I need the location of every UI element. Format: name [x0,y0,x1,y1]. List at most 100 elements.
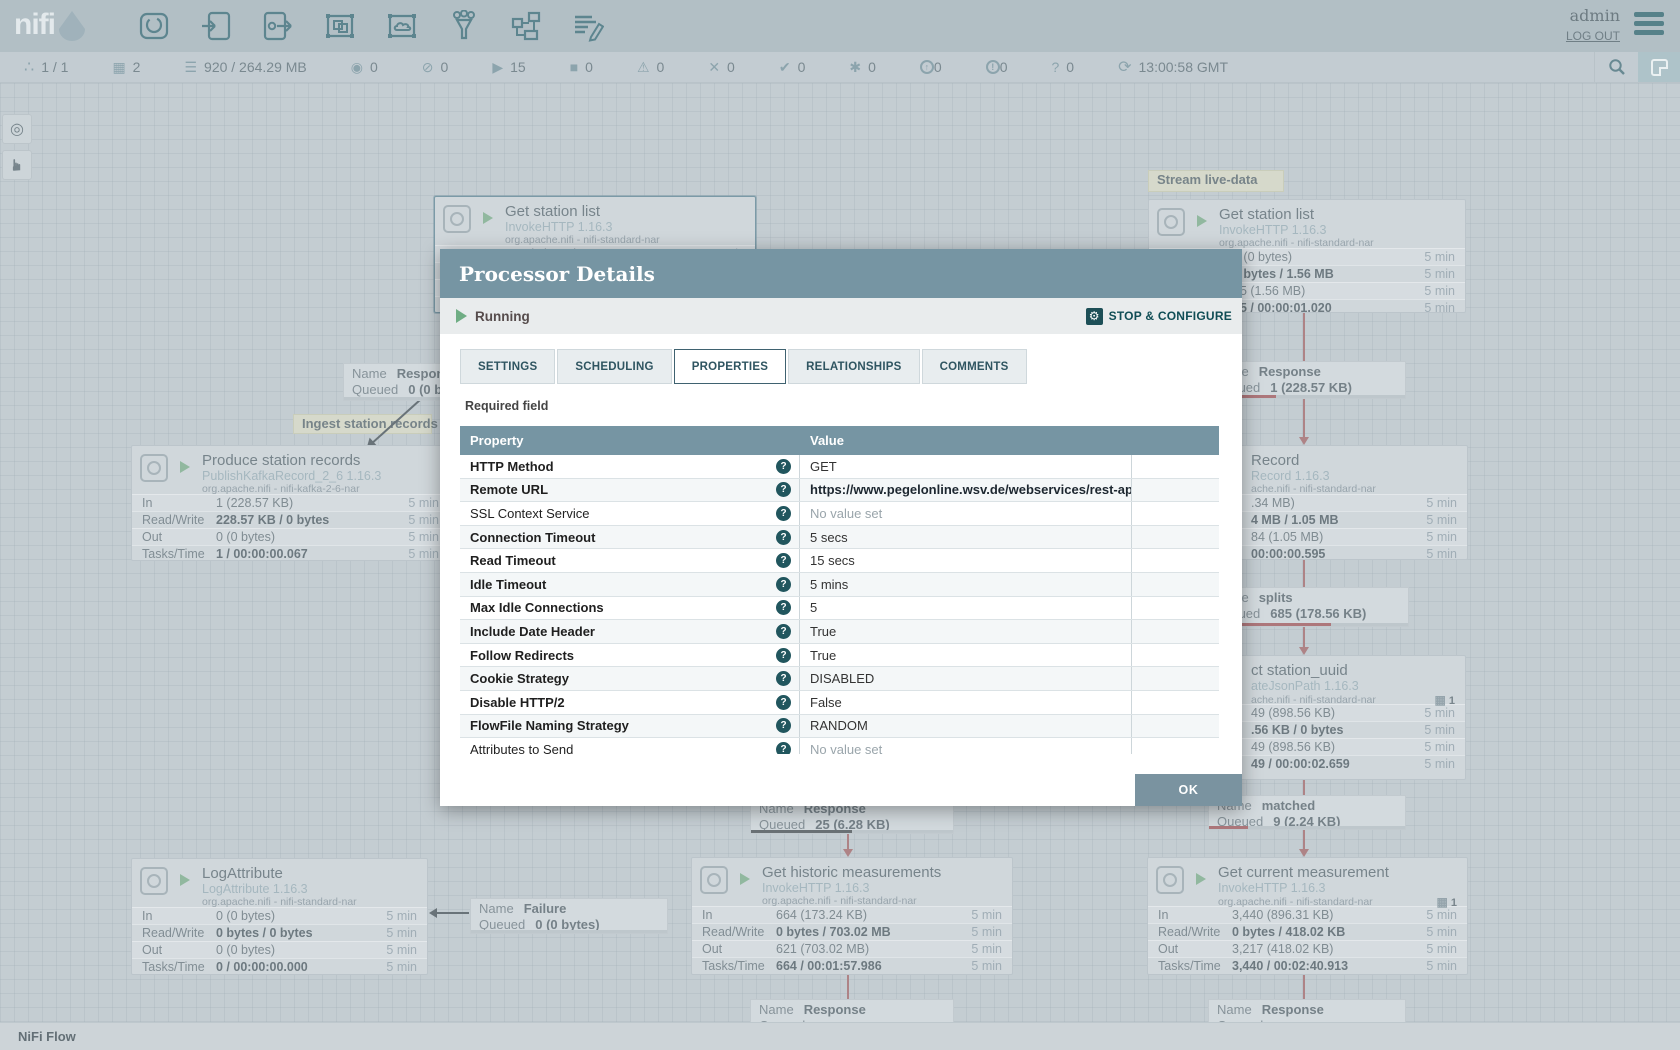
property-cell: Read Timeout? [460,549,800,572]
running-icon [456,309,467,323]
property-row: Disable HTTP/2?False [460,691,1219,715]
help-icon[interactable]: ? [776,695,791,710]
property-name: Connection Timeout [470,530,595,545]
status-text: Running [475,309,530,324]
help-icon[interactable]: ? [776,624,791,639]
property-row: SSL Context Service?No value set [460,502,1219,526]
property-column-header: Property [460,433,800,448]
dialog-status-row: Running ⚙ STOP & CONFIGURE [440,298,1242,334]
property-row: FlowFile Naming Strategy?RANDOM [460,715,1219,739]
property-extra-cell [1132,738,1219,754]
ok-button[interactable]: OK [1135,774,1242,806]
property-name: Idle Timeout [470,577,546,592]
property-value: RANDOM [800,715,1132,738]
property-row: Connection Timeout?5 secs [460,526,1219,550]
property-name: Attributes to Send [470,742,573,754]
property-value: 5 [800,597,1132,620]
property-value: 5 mins [800,573,1132,596]
help-icon[interactable]: ? [776,742,791,754]
tab-relationships[interactable]: RELATIONSHIPS [788,349,919,384]
property-cell: Disable HTTP/2? [460,691,800,714]
property-cell: Remote URL? [460,479,800,502]
property-name: Max Idle Connections [470,600,604,615]
help-icon[interactable]: ? [776,718,791,733]
property-extra-cell [1132,691,1219,714]
property-value: False [800,691,1132,714]
property-row: Idle Timeout?5 mins [460,573,1219,597]
property-name: Cookie Strategy [470,671,569,686]
property-extra-cell [1132,502,1219,525]
property-row: Attributes to Send?No value set [460,738,1219,754]
tab-scheduling[interactable]: SCHEDULING [557,349,671,384]
property-cell: Follow Redirects? [460,644,800,667]
property-extra-cell [1132,644,1219,667]
property-extra-cell [1132,455,1219,478]
property-value: No value set [800,502,1132,525]
help-icon[interactable]: ? [776,671,791,686]
gear-icon: ⚙ [1086,308,1103,325]
value-column-header: Value [800,433,1132,448]
tab-settings[interactable]: SETTINGS [460,349,555,384]
properties-table-header: Property Value [460,426,1219,455]
help-icon[interactable]: ? [776,459,791,474]
property-row: Remote URL?https://www.pegelonline.wsv.d… [460,479,1219,503]
help-icon[interactable]: ? [776,482,791,497]
property-name: FlowFile Naming Strategy [470,718,629,733]
help-icon[interactable]: ? [776,530,791,545]
property-extra-cell [1132,667,1219,690]
property-value: 5 secs [800,526,1132,549]
dialog-title: Processor Details [459,262,655,286]
property-extra-cell [1132,715,1219,738]
stop-and-configure-label: STOP & CONFIGURE [1109,309,1232,323]
property-name: HTTP Method [470,459,554,474]
help-icon[interactable]: ? [776,600,791,615]
required-field-note: Required field [465,399,548,413]
property-name: Include Date Header [470,624,595,639]
property-extra-cell [1132,597,1219,620]
property-extra-cell [1132,479,1219,502]
property-value: https://www.pegelonline.wsv.de/webservic… [800,479,1132,502]
processor-details-dialog: Processor Details Running ⚙ STOP & CONFI… [440,249,1242,806]
property-extra-cell [1132,620,1219,643]
property-cell: HTTP Method? [460,455,800,478]
property-row: Max Idle Connections? 5 [460,597,1219,621]
property-cell: Connection Timeout? [460,526,800,549]
property-name: Disable HTTP/2 [470,695,565,710]
properties-table: Property Value HTTP Method?GETRemote URL… [460,426,1219,754]
properties-table-body: HTTP Method?GETRemote URL?https://www.pe… [460,455,1219,754]
property-value: DISABLED [800,667,1132,690]
property-cell: FlowFile Naming Strategy? [460,715,800,738]
property-name: Follow Redirects [470,648,574,663]
property-row: Include Date Header?True [460,620,1219,644]
property-row: Follow Redirects?True [460,644,1219,668]
property-name: Read Timeout [470,553,556,568]
property-value: GET [800,455,1132,478]
property-cell: Idle Timeout? [460,573,800,596]
tab-comments[interactable]: COMMENTS [922,349,1027,384]
property-name: SSL Context Service [470,506,589,521]
nifi-application: nifi admin LOG OUT ∴1 / 1▦2☰920 / 264.29… [0,0,1680,1050]
help-icon[interactable]: ? [776,577,791,592]
dialog-header: Processor Details [440,249,1242,298]
property-cell: Include Date Header? [460,620,800,643]
property-row: HTTP Method?GET [460,455,1219,479]
property-extra-cell [1132,526,1219,549]
property-extra-cell [1132,573,1219,596]
property-cell: SSL Context Service? [460,502,800,525]
property-name: Remote URL [470,482,548,497]
stop-and-configure-button[interactable]: ⚙ STOP & CONFIGURE [1086,308,1232,325]
property-value: True [800,644,1132,667]
property-value: 15 secs [800,549,1132,572]
property-cell: Attributes to Send? [460,738,800,754]
help-icon[interactable]: ? [776,506,791,521]
property-row: Cookie Strategy?DISABLED [460,667,1219,691]
property-cell: Cookie Strategy? [460,667,800,690]
tab-properties[interactable]: PROPERTIES [674,349,786,384]
property-row: Read Timeout?15 secs [460,549,1219,573]
help-icon[interactable]: ? [776,553,791,568]
property-value: No value set [800,738,1132,754]
property-extra-cell [1132,549,1219,572]
dialog-tabs: SETTINGSSCHEDULINGPROPERTIESRELATIONSHIP… [460,349,1027,384]
help-icon[interactable]: ? [776,648,791,663]
property-value: True [800,620,1132,643]
